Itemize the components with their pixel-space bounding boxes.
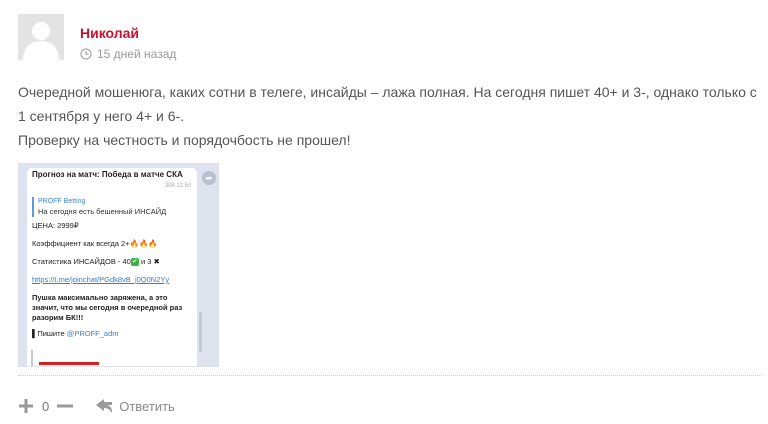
telegram-quote-text: На сегодня есть бешенный ИНСАЙД — [38, 207, 167, 216]
telegram-coef: Коэффициент как всегда 2+🔥🔥🔥 — [32, 239, 192, 249]
comment-meta: 15 дней назад — [80, 47, 176, 61]
plus-icon — [19, 399, 33, 413]
telegram-message: PROFF Betting На сегодня есть бешенный И… — [27, 194, 197, 366]
telegram-price: ЦЕНА: 2999₽ — [32, 221, 79, 230]
comment-divider — [18, 375, 762, 376]
avatar — [18, 14, 64, 60]
telegram-quote-name: PROFF Betting — [38, 198, 86, 205]
comment-time: 15 дней назад — [97, 47, 177, 61]
minus-icon — [57, 404, 74, 408]
telegram-write-text: Пишите — [37, 329, 67, 338]
telegram-scrollbar — [199, 312, 202, 352]
reply-arrow-icon — [96, 399, 113, 413]
telegram-bold-text: Пушка максимально заряжена, а это значит… — [32, 293, 183, 322]
comment-attachment-image[interactable]: Прогноз на матч: Победа в матче СКА 308 … — [18, 163, 219, 367]
avatar-placeholder-icon — [18, 14, 64, 60]
share-icon: ➦ — [202, 171, 216, 185]
telegram-post-header: Прогноз на матч: Победа в матче СКА 308 … — [27, 168, 197, 194]
comment-paragraph: Проверку на честность и порядочбость не … — [18, 132, 351, 148]
telegram-post-title: Прогноз на матч: Победа в матче СКА — [32, 170, 183, 179]
fire-icon: 🔥🔥🔥 — [129, 239, 158, 248]
comment-actions: 0 Ответить — [18, 397, 175, 415]
telegram-post-meta: 308 11:50 — [164, 183, 191, 189]
clock-icon — [80, 48, 92, 60]
upvote-button[interactable] — [18, 398, 34, 414]
telegram-quote: PROFF Betting На сегодня есть бешенный И… — [32, 197, 192, 217]
telegram-write: ▌Пишите @PROFF_adm — [32, 329, 192, 339]
telegram-mention: @PROFF_adm — [66, 329, 119, 338]
telegram-coef-text: Коэффициент как всегда 2+ — [32, 239, 130, 248]
telegram-stats: Статистика ИНСАЙДОВ - 40✔ и 3 ✖ — [32, 257, 192, 267]
comment-text: Очередной мошенюга, каких сотни в телеге… — [18, 80, 758, 152]
vote-count: 0 — [42, 398, 50, 414]
cross-icon: ✖ — [153, 257, 160, 266]
reply-label: Ответить — [119, 398, 175, 414]
redaction-bar — [39, 362, 99, 365]
check-icon: ✔ — [130, 258, 139, 267]
telegram-stats-suffix: и 3 — [138, 257, 152, 266]
telegram-stats-text: Статистика ИНСАЙДОВ - 40 — [32, 257, 131, 266]
reply-button[interactable]: Ответить — [95, 399, 175, 414]
comment-author[interactable]: Николай — [80, 25, 139, 41]
downvote-button[interactable] — [57, 398, 74, 414]
telegram-link: https://t.me/joinchat/PGdk8vB_j0Q0N2Yy — [32, 275, 170, 284]
comment-paragraph: Очередной мошенюга, каких сотни в телеге… — [18, 84, 757, 124]
